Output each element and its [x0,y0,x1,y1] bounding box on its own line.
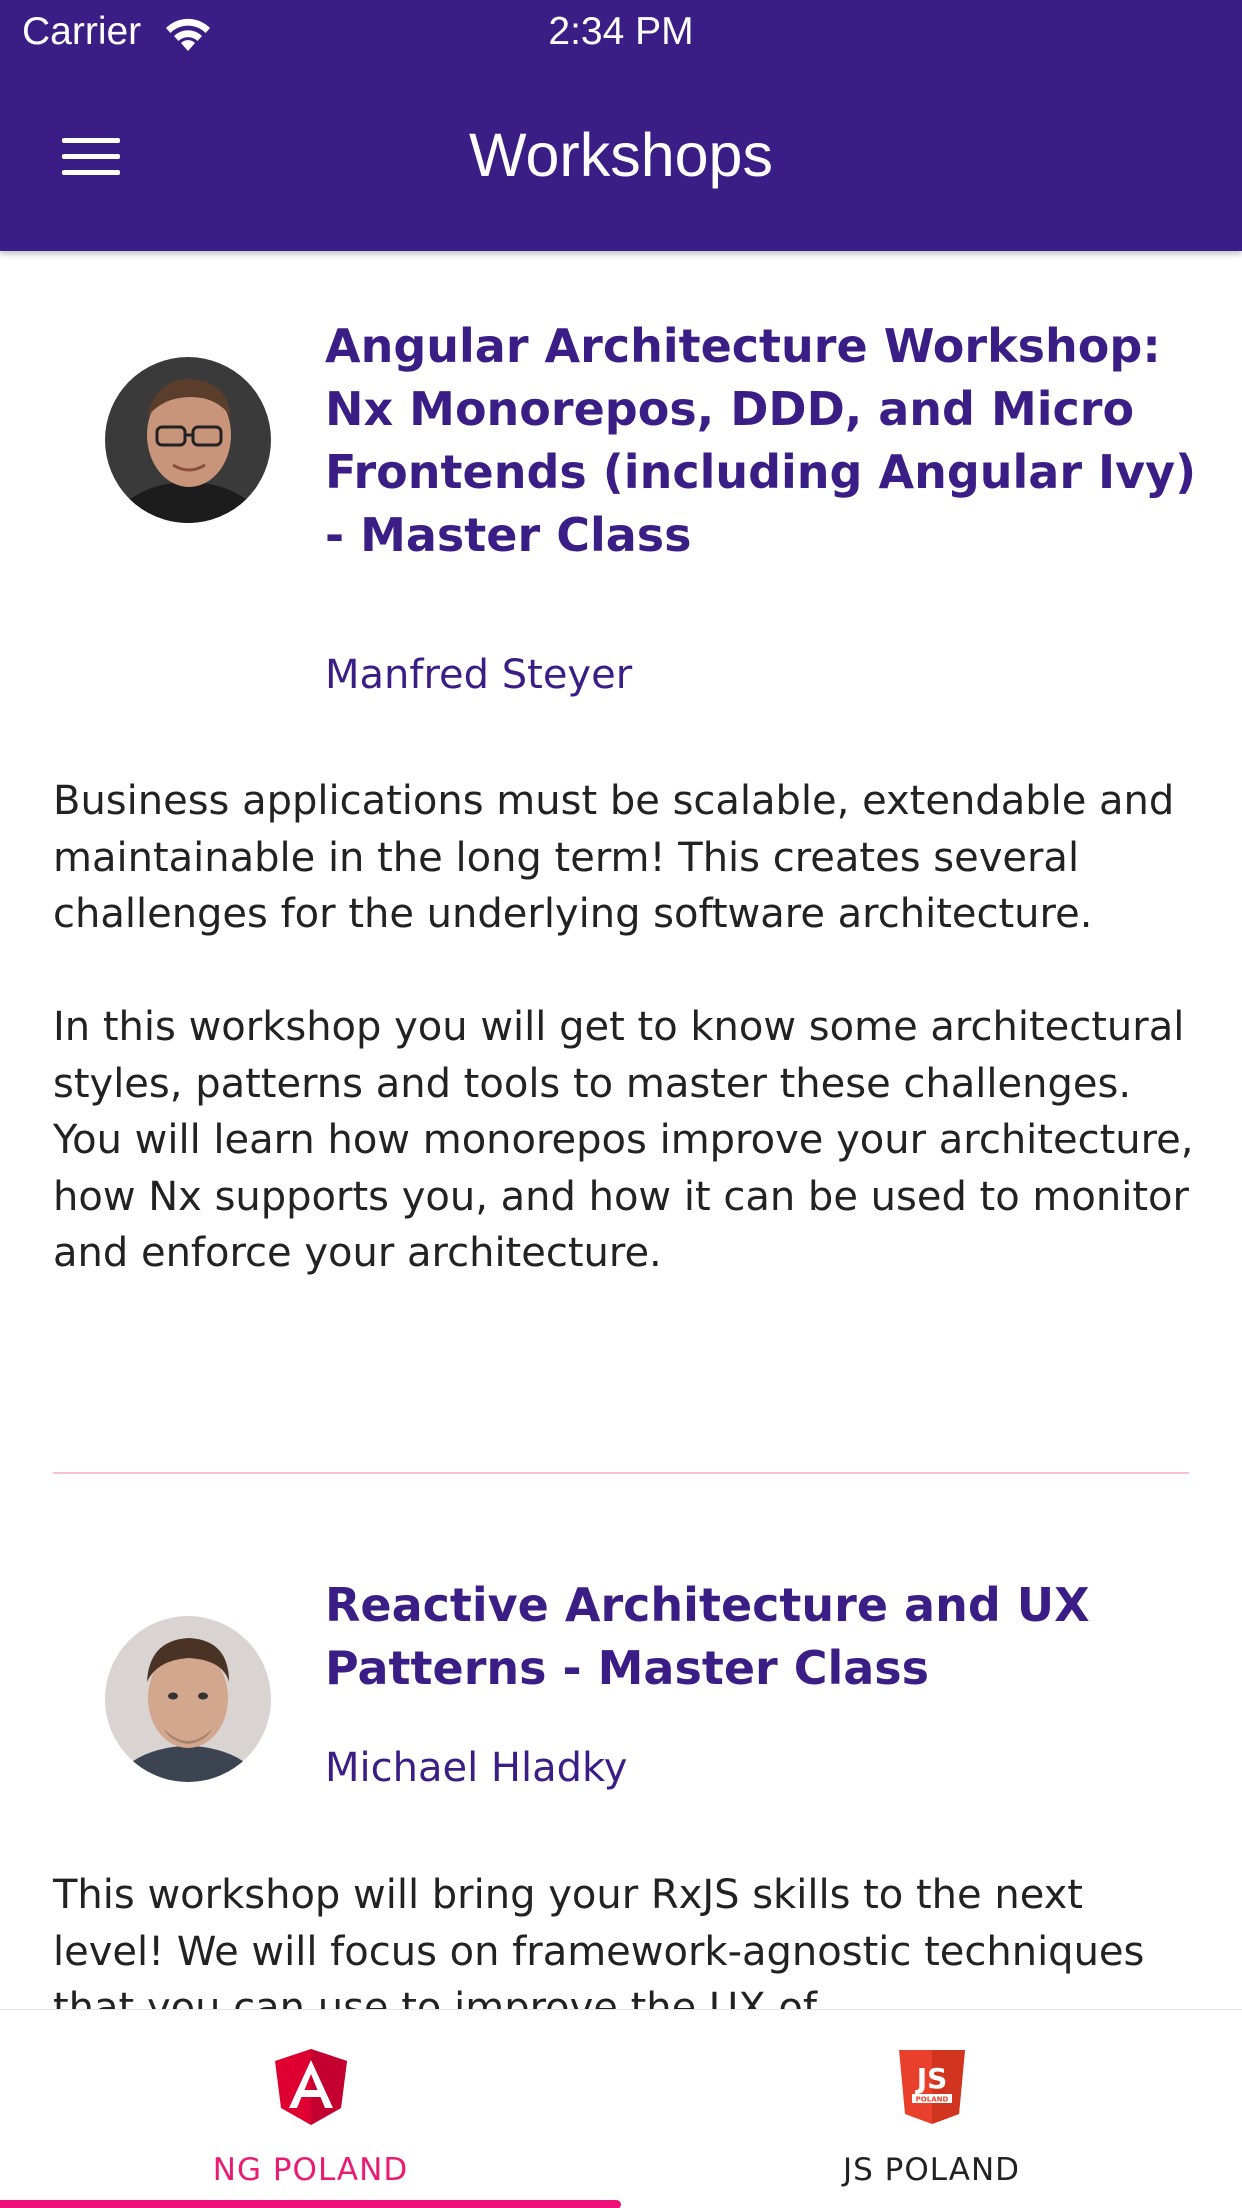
description-paragraph: Business applications must be scalable, … [53,778,1175,937]
workshop-speaker[interactable]: Manfred Steyer [325,652,632,698]
active-tab-indicator [0,2200,621,2208]
speaker-photo-icon [105,1616,271,1782]
status-bar: Carrier 2:34 PM [0,0,1242,68]
tab-label: NG POLAND [212,2152,409,2188]
page-title: Workshops [469,121,773,189]
speaker-avatar [105,357,271,523]
workshop-title[interactable]: Reactive Architecture and UX Patterns - … [325,1574,1205,1700]
angular-shield-icon [275,2049,347,2125]
tab-label: JS POLAND [842,2152,1021,2188]
description-paragraph: This workshop will bring your RxJS skill… [53,1872,1145,2009]
speaker-photo-icon [105,357,271,523]
bottom-tab-bar: NG POLAND JS POLAND JS POLAND [0,2009,1242,2208]
workshop-list[interactable]: Angular Architecture Workshop: Nx Monore… [0,251,1242,2009]
workshop-description: This workshop will bring your RxJS skill… [53,1867,1203,2009]
workshop-description: Business applications must be scalable, … [53,773,1203,1282]
workshop-speaker[interactable]: Michael Hladky [325,1745,627,1791]
divider [53,1472,1189,1474]
tab-js-poland[interactable]: JS POLAND JS POLAND [621,2010,1242,2208]
svg-text:JS: JS [915,2062,948,2095]
workshop-title[interactable]: Angular Architecture Workshop: Nx Monore… [325,315,1205,567]
js-poland-shield-icon: JS POLAND [899,2050,965,2124]
tab-ng-poland[interactable]: NG POLAND [0,2010,621,2208]
svg-text:POLAND: POLAND [916,2096,949,2104]
speaker-avatar [105,1616,271,1782]
status-time: 2:34 PM [548,10,694,53]
description-paragraph: In this workshop you will get to know so… [53,1004,1194,1276]
app-header: Carrier 2:34 PM Workshops [0,0,1242,251]
